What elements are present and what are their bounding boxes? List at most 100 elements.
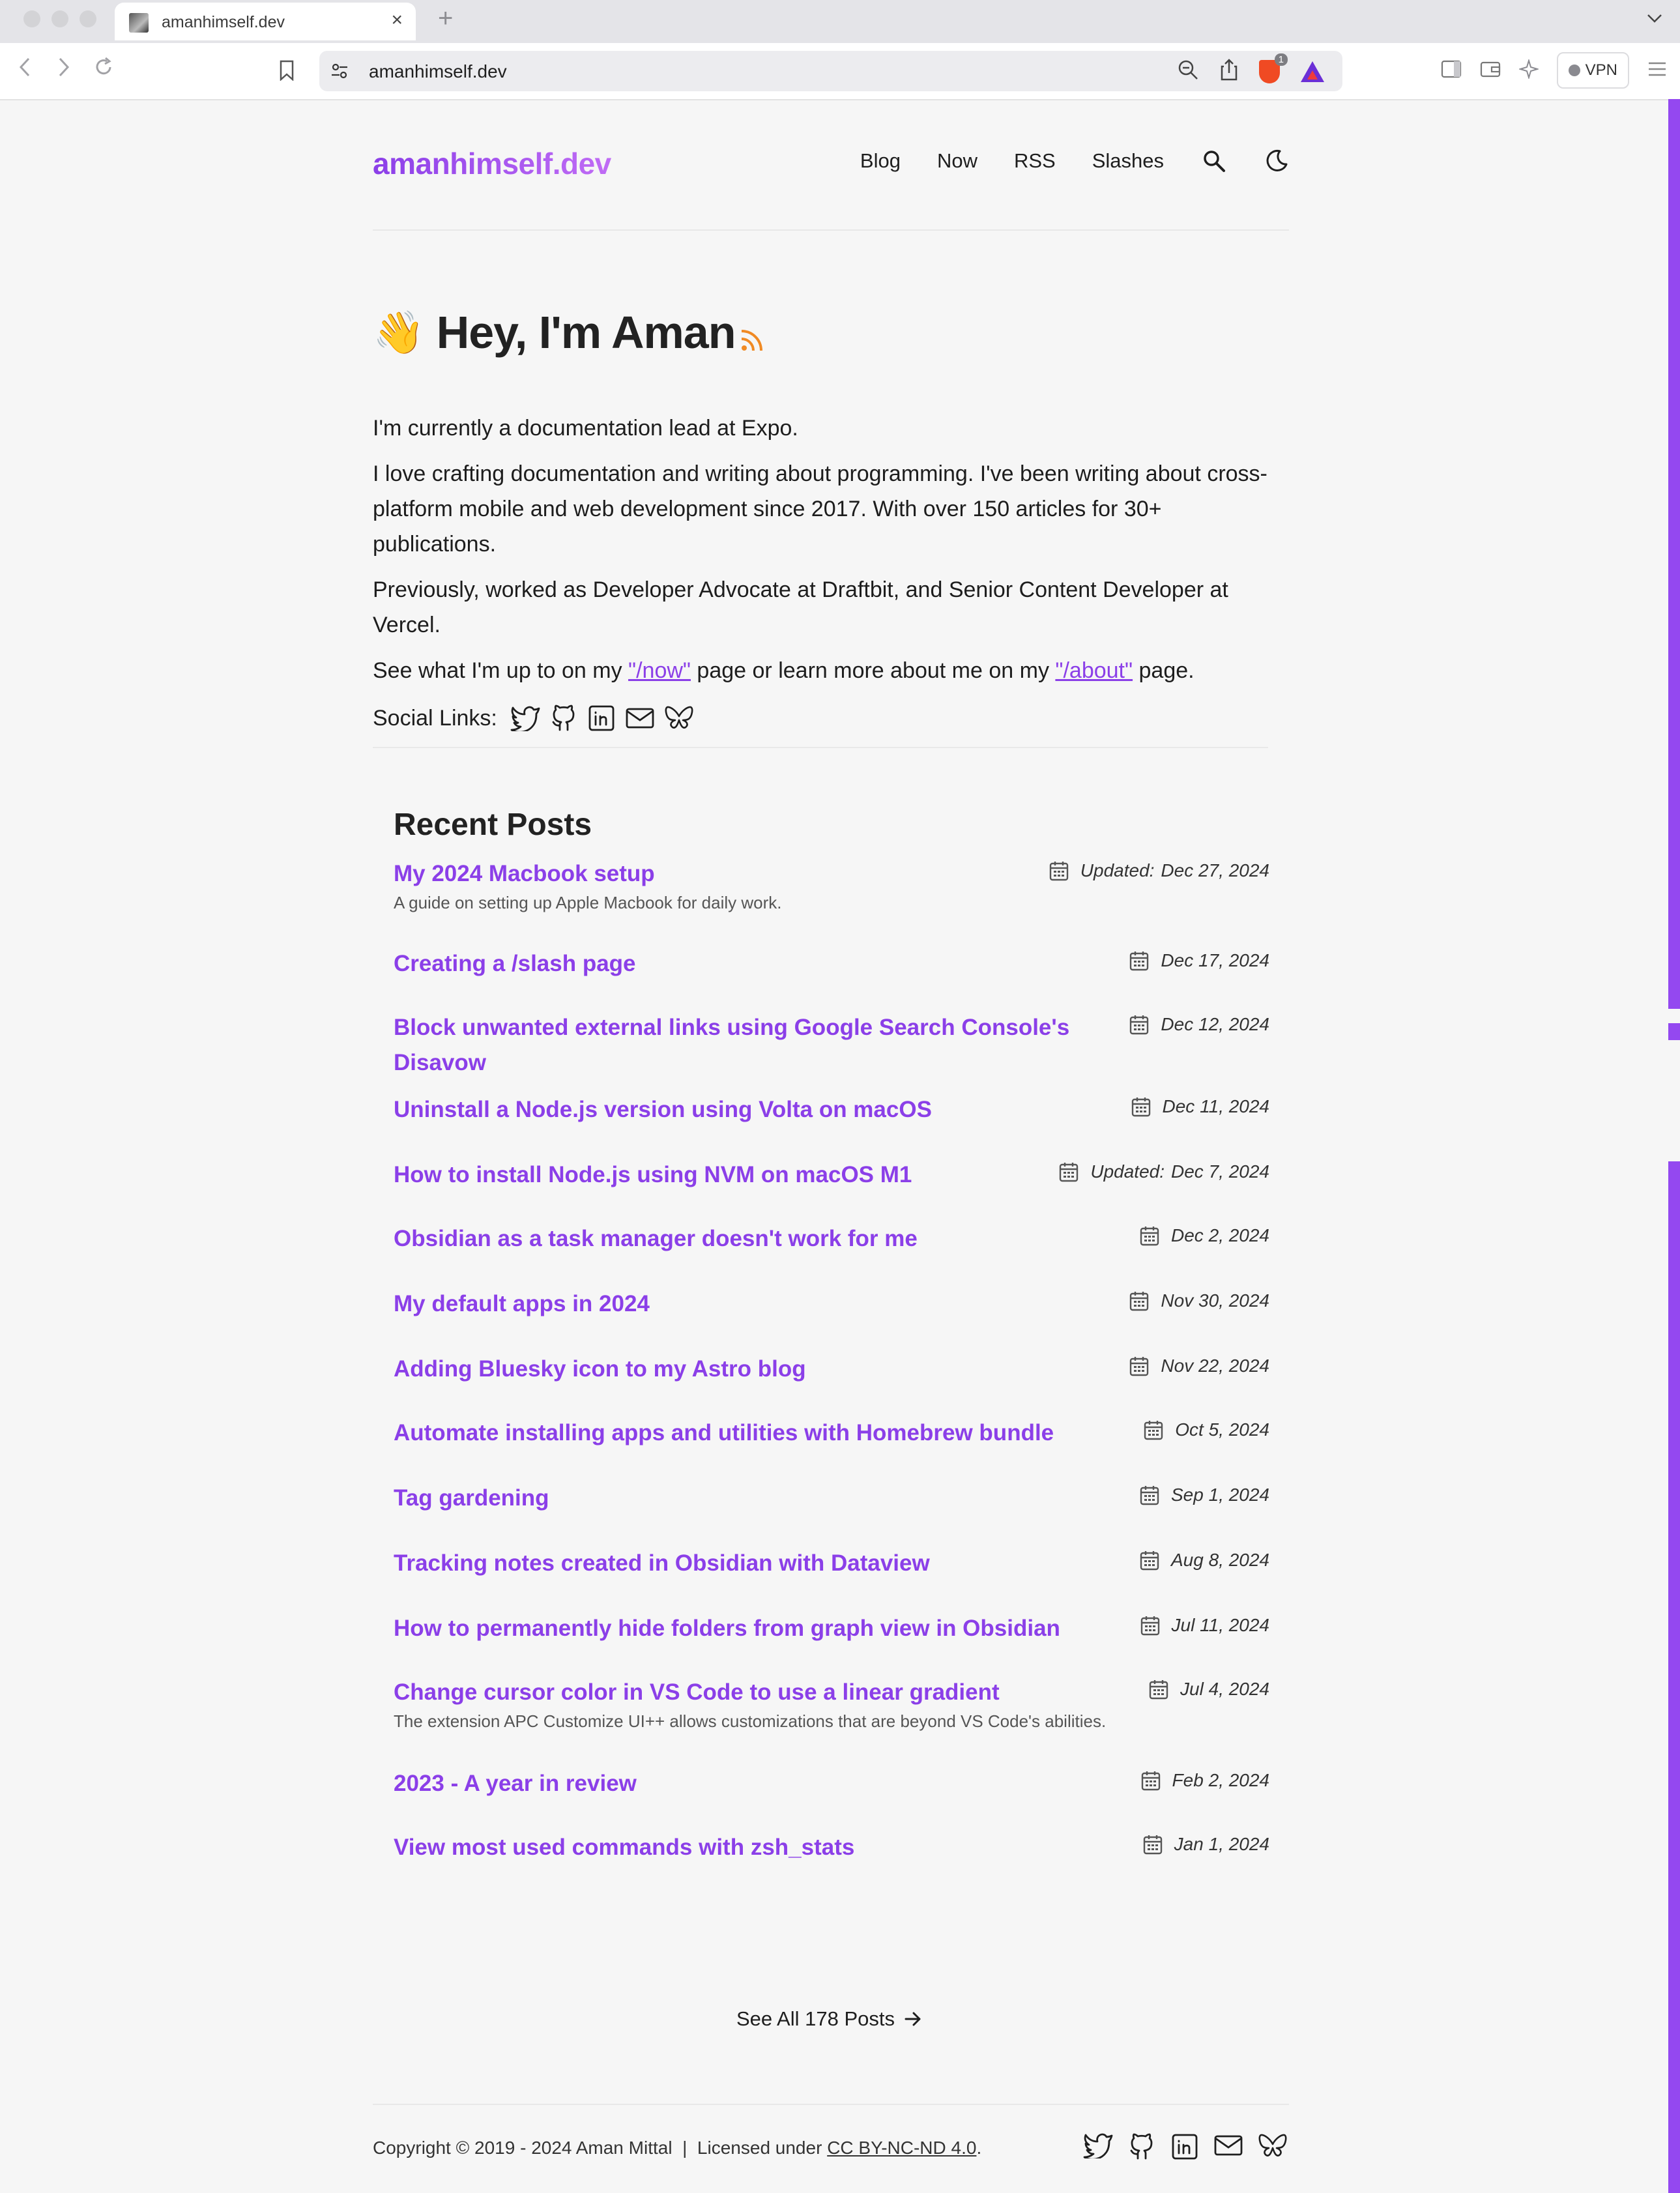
nav-rss-link[interactable]: RSS bbox=[1014, 149, 1056, 173]
post-title-link[interactable]: How to permanently hide folders from gra… bbox=[394, 1611, 1084, 1646]
browser-tab[interactable]: amanhimself.dev × bbox=[115, 3, 416, 40]
brave-rewards-icon[interactable] bbox=[1301, 61, 1324, 82]
footer-linkedin-icon[interactable] bbox=[1170, 2132, 1199, 2164]
post-date-text: Jan 1, 2024 bbox=[1174, 1834, 1269, 1854]
page-scrollbar-thumb[interactable] bbox=[1668, 1023, 1680, 1040]
zoom-window-button[interactable] bbox=[80, 10, 96, 27]
search-icon[interactable] bbox=[1202, 149, 1226, 173]
github-icon[interactable] bbox=[549, 704, 578, 733]
post-title-link[interactable]: Automate installing apps and utilities w… bbox=[394, 1416, 1084, 1451]
post-date-text: Feb 2, 2024 bbox=[1172, 1770, 1269, 1790]
social-links-label: Social Links: bbox=[373, 705, 497, 731]
recent-posts: Recent Posts My 2024 Macbook setup A guid… bbox=[394, 807, 1269, 1860]
back-icon[interactable] bbox=[17, 56, 33, 85]
post-row: Adding Bluesky icon to my Astro blog Nov … bbox=[394, 1352, 1269, 1387]
post-title-link[interactable]: View most used commands with zsh_stats bbox=[394, 1830, 1084, 1865]
post-date-text: Dec 11, 2024 bbox=[1162, 1096, 1270, 1116]
post-date: Jul 4, 2024 bbox=[1149, 1679, 1269, 1700]
post-row: How to permanently hide folders from gra… bbox=[394, 1611, 1269, 1646]
post-title-link[interactable]: Block unwanted external links using Goog… bbox=[394, 1010, 1084, 1081]
site-settings-icon[interactable] bbox=[330, 61, 349, 84]
intro-text: page. bbox=[1133, 658, 1195, 683]
footer-mail-icon[interactable] bbox=[1213, 2132, 1243, 2164]
page-title: Hey, I'm Aman bbox=[436, 307, 736, 358]
see-all-posts-link[interactable]: See All 178 Posts bbox=[736, 2007, 922, 2031]
tab-title: amanhimself.dev bbox=[162, 13, 285, 31]
footer-bluesky-icon[interactable] bbox=[1258, 2132, 1288, 2164]
post-date-text: Dec 7, 2024 bbox=[1171, 1161, 1269, 1182]
vpn-button[interactable]: VPN bbox=[1556, 52, 1629, 89]
nav-now-link[interactable]: Now bbox=[937, 149, 978, 173]
waving-hand-icon: 👋 bbox=[373, 309, 425, 356]
post-title-link[interactable]: How to install Node.js using NVM on macO… bbox=[394, 1157, 1084, 1193]
post-row: Obsidian as a task manager doesn't work … bbox=[394, 1221, 1269, 1256]
rss-icon[interactable] bbox=[739, 327, 765, 356]
post-title-link[interactable]: 2023 - A year in review bbox=[394, 1766, 1084, 1801]
post-title-link[interactable]: Change cursor color in VS Code to use a … bbox=[394, 1675, 1084, 1710]
shields-count-badge: 1 bbox=[1274, 53, 1288, 66]
section-divider bbox=[373, 747, 1268, 748]
post-title-link[interactable]: My 2024 Macbook setup bbox=[394, 856, 1084, 892]
calendar-icon bbox=[1049, 860, 1069, 881]
post-title-link[interactable]: Adding Bluesky icon to my Astro blog bbox=[394, 1352, 1084, 1387]
calendar-icon bbox=[1129, 950, 1149, 971]
site-logo[interactable]: amanhimself.dev bbox=[373, 146, 611, 181]
post-title-link[interactable]: Creating a /slash page bbox=[394, 946, 1084, 981]
about-link[interactable]: "/about" bbox=[1055, 658, 1133, 683]
post-row: Tag gardening Sep 1, 2024 bbox=[394, 1481, 1269, 1516]
new-tab-button[interactable]: + bbox=[438, 4, 453, 33]
address-bar[interactable]: amanhimself.dev 1 bbox=[319, 51, 1342, 91]
intro-paragraph-3: Previously, worked as Developer Advocate… bbox=[373, 577, 1228, 637]
site-footer: Copyright © 2019 - 2024 Aman Mittal | Li… bbox=[373, 2138, 981, 2158]
bluesky-icon[interactable] bbox=[664, 704, 694, 732]
forward-icon[interactable] bbox=[56, 56, 72, 85]
wallet-icon[interactable] bbox=[1480, 60, 1501, 81]
post-date: Oct 5, 2024 bbox=[1144, 1419, 1269, 1440]
tab-list-chevron-icon[interactable] bbox=[1646, 8, 1663, 30]
post-date: Feb 2, 2024 bbox=[1141, 1770, 1269, 1791]
updated-label: Updated: bbox=[1080, 860, 1155, 880]
mail-icon[interactable] bbox=[625, 705, 655, 731]
post-date-text: Nov 22, 2024 bbox=[1161, 1356, 1269, 1376]
minimize-window-button[interactable] bbox=[51, 10, 68, 27]
browser-toolbar: amanhimself.dev 1 VPN bbox=[0, 43, 1680, 100]
twitter-icon[interactable] bbox=[510, 705, 540, 731]
zoom-out-icon[interactable] bbox=[1177, 59, 1199, 84]
post-title-link[interactable]: Tracking notes created in Obsidian with … bbox=[394, 1546, 1084, 1581]
post-date: Aug 8, 2024 bbox=[1140, 1550, 1269, 1571]
close-window-button[interactable] bbox=[23, 10, 40, 27]
intro: I'm currently a documentation lead at Ex… bbox=[373, 411, 1285, 699]
leo-ai-icon[interactable] bbox=[1518, 58, 1540, 82]
brave-shields-icon[interactable]: 1 bbox=[1259, 53, 1288, 83]
reload-icon[interactable] bbox=[93, 56, 115, 85]
intro-text: See what I'm up to on my bbox=[373, 658, 629, 683]
post-date: Updated: Dec 7, 2024 bbox=[1059, 1161, 1269, 1182]
post-row: Automate installing apps and utilities w… bbox=[394, 1416, 1269, 1451]
sidebar-toggle-icon[interactable] bbox=[1441, 60, 1462, 81]
footer-twitter-icon[interactable] bbox=[1083, 2132, 1113, 2164]
menu-icon[interactable] bbox=[1647, 61, 1667, 81]
footer-github-icon[interactable] bbox=[1127, 2132, 1156, 2164]
nav-slashes-link[interactable]: Slashes bbox=[1092, 149, 1164, 173]
close-tab-icon[interactable]: × bbox=[391, 9, 403, 31]
post-title-link[interactable]: Uninstall a Node.js version using Volta … bbox=[394, 1092, 1084, 1127]
page-scrollbar-track[interactable] bbox=[1668, 99, 1680, 1009]
post-date-text: Jul 11, 2024 bbox=[1171, 1615, 1270, 1635]
post-date-text: Oct 5, 2024 bbox=[1175, 1419, 1269, 1440]
linkedin-icon[interactable] bbox=[587, 704, 616, 733]
now-link[interactable]: "/now" bbox=[628, 658, 691, 683]
main-nav: Blog Now RSS Slashes bbox=[824, 149, 1289, 173]
calendar-icon bbox=[1140, 1615, 1160, 1636]
page-scrollbar-track-lower[interactable] bbox=[1668, 1161, 1680, 2193]
post-title-link[interactable]: My default apps in 2024 bbox=[394, 1286, 1084, 1322]
bookmark-icon[interactable] bbox=[279, 60, 295, 84]
dark-mode-moon-icon[interactable] bbox=[1264, 149, 1289, 173]
calendar-icon bbox=[1143, 1834, 1163, 1855]
post-title-link[interactable]: Tag gardening bbox=[394, 1481, 1084, 1516]
share-icon[interactable] bbox=[1220, 59, 1238, 84]
license-link[interactable]: CC BY-NC-ND 4.0 bbox=[827, 2138, 976, 2158]
nav-blog-link[interactable]: Blog bbox=[860, 149, 901, 173]
post-title-link[interactable]: Obsidian as a task manager doesn't work … bbox=[394, 1221, 1084, 1256]
see-all-label: See All 178 Posts bbox=[736, 2007, 895, 2030]
post-date: Dec 17, 2024 bbox=[1129, 950, 1269, 971]
